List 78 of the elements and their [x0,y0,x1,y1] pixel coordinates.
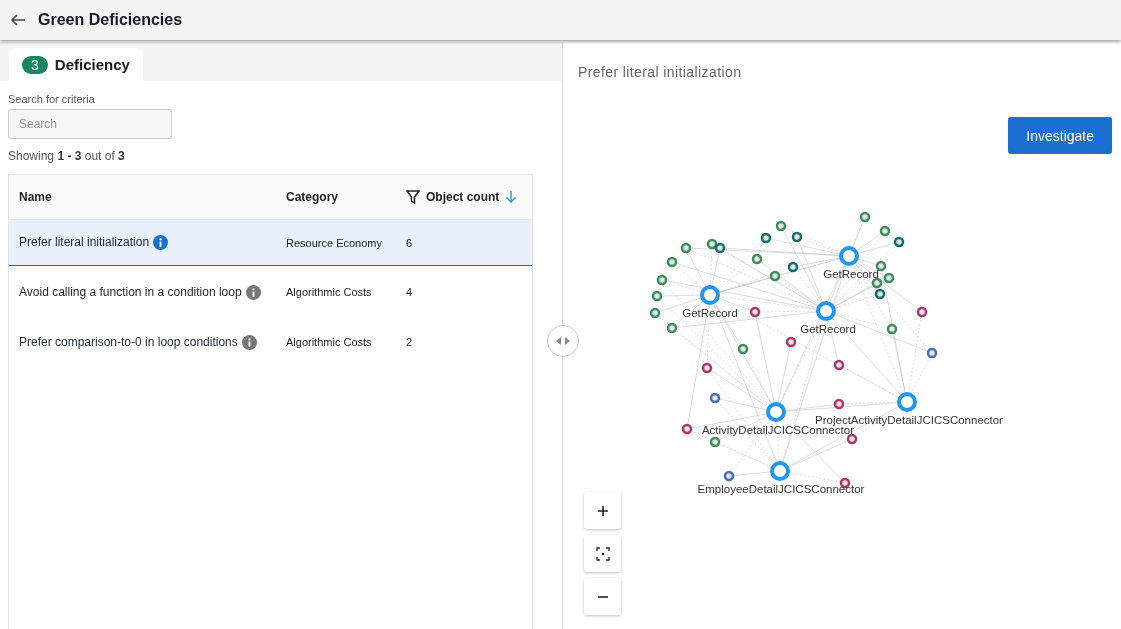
fit-view-button[interactable] [584,535,621,572]
graph-node[interactable] [770,461,790,481]
graph-node[interactable] [651,290,663,302]
graph-node[interactable] [883,272,895,284]
investigate-button[interactable]: Investigate [1008,117,1112,154]
graph-node[interactable] [879,225,891,237]
graph-node[interactable] [833,398,845,410]
graph-node[interactable] [875,260,887,272]
graph-node[interactable] [666,322,678,334]
graph-node[interactable] [871,277,883,289]
graph-node[interactable] [666,256,678,268]
node-label: ProjectActivityDetailJCICSConnector [815,414,1003,426]
column-header[interactable]: Name [19,190,52,204]
graph-node[interactable] [833,359,845,371]
node-label: GetRecord [800,323,856,335]
table-cell: Prefer literal initialization [19,235,150,249]
graph-node[interactable] [706,238,718,250]
left-right-arrows-icon [556,337,570,345]
graph-node[interactable] [785,336,797,348]
graph-node[interactable] [723,470,735,482]
table-cell-text: Algorithmic Costs [286,286,373,298]
sort-arrow-icon[interactable] [505,190,518,204]
graph-node[interactable] [769,270,781,282]
back-arrow-icon[interactable] [10,12,26,28]
graph-node[interactable] [737,343,749,355]
info-icon[interactable] [241,334,257,350]
count-badge: 3 [22,55,48,74]
graph-node[interactable] [681,423,693,435]
graph-node[interactable] [816,301,836,321]
table-cell-text: Algorithmic Costs [286,336,373,348]
node-label: EmployeeDetailJCICSConnector [697,483,865,495]
page-title: Green Deficiencies [38,11,183,29]
graph-node[interactable] [680,242,692,254]
table-cell-text: 2 [406,336,414,348]
column-header[interactable]: Object count [426,190,500,204]
filter-icon[interactable] [406,190,420,204]
graph-node[interactable] [787,261,799,273]
column-header[interactable]: Category [286,190,338,204]
graph-node[interactable] [709,436,721,448]
graph-node[interactable] [766,402,786,422]
graph-node[interactable] [839,246,859,266]
info-icon[interactable] [245,284,261,300]
table-cell: Prefer comparison-to-0 in loop conditions [19,334,238,349]
table-cell-text: Resource Economy [286,236,383,249]
node-label: GetRecord [682,307,738,319]
node-label: GetRecord [823,268,879,280]
graph-node[interactable] [714,242,726,254]
graph-node[interactable] [749,306,761,318]
zoom-in-button[interactable] [584,492,621,529]
table-cell-text: 6 [406,236,414,249]
graph-node[interactable] [760,232,772,244]
result-count: Showing 1 - 3 out of 3 [8,149,126,163]
pane-title: Prefer literal initialization [578,64,743,80]
graph-node[interactable] [791,231,803,243]
graph-node[interactable] [916,306,928,318]
graph-node[interactable] [874,288,886,300]
graph-node[interactable] [656,274,668,286]
graph-node[interactable] [709,392,721,404]
table-cell-text: 4 [406,286,414,298]
search-field[interactable]: Search [8,109,172,139]
graph-node[interactable] [751,253,763,265]
graph-node[interactable] [701,362,713,374]
plus-icon [596,504,609,517]
graph-node[interactable] [700,285,720,305]
graph-node[interactable] [926,347,938,359]
graph-node[interactable] [859,211,871,223]
graph-node[interactable] [775,220,787,232]
graph-node[interactable] [893,236,905,248]
info-icon[interactable] [153,235,169,251]
splitter-handle[interactable] [547,325,579,357]
table-row[interactable]: Prefer literal initialization Resource Economy 6 [9,220,532,266]
focus-icon [595,546,610,561]
graph-node[interactable] [886,323,898,335]
table-cell: Avoid calling a function in a condition loop [19,284,242,299]
graph-node[interactable] [649,307,661,319]
tab[interactable]: 3 Deficiency [9,48,143,81]
search-label: Search for criteria [8,93,96,105]
graph-node[interactable] [897,392,917,412]
